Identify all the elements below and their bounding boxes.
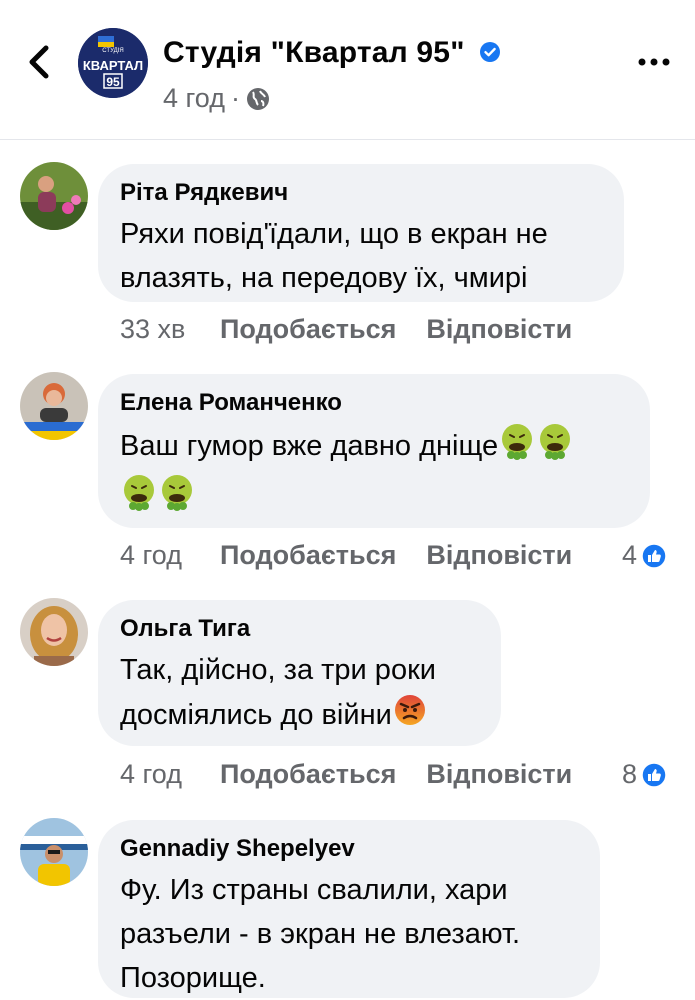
avatar[interactable] [20,598,88,666]
verified-badge-icon [480,42,501,63]
like-button[interactable]: Подобається [220,540,396,571]
kvartal-logo: СТУДІЯ КВАРТАЛ 95 [78,28,148,98]
avatar[interactable] [20,162,88,230]
comment-author[interactable]: Gennadiy Shepelyev [120,834,578,864]
reply-button[interactable]: Відповісти [426,540,572,571]
like-reaction-icon [641,761,667,788]
comment-bubble: Ольга Тига Так, дійсно, за три роки досм… [98,600,501,746]
comment-actions: 33 хв Подобається Відповісти [120,314,572,345]
meta-separator: · [230,83,240,113]
reaction-count[interactable]: 4 [622,540,667,571]
post-time[interactable]: 4 год [163,83,225,114]
comment-text-line: досміялись до війни [120,699,392,732]
svg-text:СТУДІЯ: СТУДІЯ [102,48,123,54]
reply-button[interactable]: Відповісти [426,314,572,345]
like-button[interactable]: Подобається [220,314,396,345]
comment-text: Фу. Из страны свалили, хари разъели - в … [120,868,578,1000]
comment-text-line: Позорище. [120,962,266,994]
comment-author[interactable]: Ольга Тига [120,614,479,644]
comment-author[interactable]: Ріта Рядкевич [120,178,602,208]
post-header: СТУДІЯ КВАРТАЛ 95 Студія "Квартал 95" 4 … [0,0,695,140]
page-avatar[interactable]: СТУДІЯ КВАРТАЛ 95 [78,28,148,98]
back-button[interactable] [22,42,58,82]
comment-bubble: Ріта Рядкевич Ряхи повід'їдали, що в екр… [98,164,624,302]
comment-bubble: Елена Романченко Ваш гумор вже давно дні… [98,374,650,528]
comment-text: Ваш гумор вже давно дніще [120,422,628,524]
avatar-photo [20,598,88,666]
page-name-text[interactable]: Студія "Квартал 95" [163,36,465,69]
comment-text-content: Ваш гумор вже давно дніще [120,430,499,463]
comment-author[interactable]: Елена Романченко [120,388,628,418]
reaction-count-number: 8 [622,759,638,789]
like-reaction-icon [641,542,667,569]
post-meta: 4 год · [163,83,270,114]
svg-text:95: 95 [106,75,120,89]
comment-text: Ряхи повід'їдали, що в екран не влазять,… [120,218,548,294]
comment-text-line: разъели - в экран не влезают. [120,918,521,950]
globe-icon [246,87,269,110]
nauseated-face-icon [498,422,536,473]
svg-text:КВАРТАЛ: КВАРТАЛ [83,58,143,73]
like-button[interactable]: Подобається [220,759,396,790]
comment-time[interactable]: 4 год [120,759,218,790]
reaction-count[interactable]: 8 [622,759,667,790]
comment-time[interactable]: 4 год [120,540,218,571]
nauseated-face-icon [158,473,196,524]
avatar-photo [20,162,88,230]
avatar[interactable] [20,818,88,886]
comment-actions: 4 год Подобається Відповісти [120,759,572,790]
nauseated-face-icon [120,473,158,524]
avatar-photo [20,372,88,440]
reaction-count-number: 4 [622,540,638,570]
more-dots-icon [638,58,670,66]
page-name[interactable]: Студія "Квартал 95" [163,36,501,70]
angry-face-icon [392,692,428,741]
comment-time[interactable]: 33 хв [120,314,218,345]
more-options-button[interactable] [636,52,672,72]
reply-button[interactable]: Відповісти [426,759,572,790]
comment-actions: 4 год Подобається Відповісти [120,540,572,571]
comment-text: Так, дійсно, за три роки досміялись до в… [120,648,479,741]
chevron-left-icon [29,45,49,79]
nauseated-face-icon [536,422,574,473]
comment-bubble: Gennadiy Shepelyev Фу. Из страны свалили… [98,820,600,998]
comment-text-line: Так, дійсно, за три роки [120,654,436,686]
comment-text-line: Фу. Из страны свалили, хари [120,874,508,906]
avatar-photo [20,818,88,886]
avatar[interactable] [20,372,88,440]
